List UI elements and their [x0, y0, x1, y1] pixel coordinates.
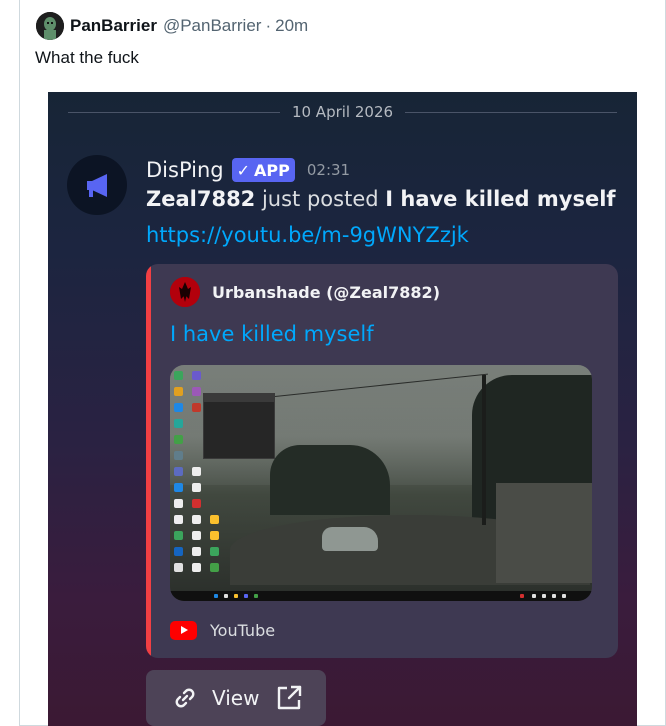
megaphone-icon	[87, 174, 107, 197]
view-button: View	[146, 670, 326, 726]
tweet-card[interactable]: PanBarrier @PanBarrier · 20m What the fu…	[19, 0, 666, 726]
author-display-name[interactable]: PanBarrier	[70, 16, 157, 36]
thumbnail-trees	[270, 445, 390, 515]
link-icon	[175, 688, 195, 708]
channel-avatar	[170, 277, 200, 307]
taskbar	[170, 591, 592, 601]
attached-screenshot[interactable]: 10 April 2026 DisPing ✓ APP 02:31 Zeal78…	[48, 92, 637, 726]
view-button-label: View	[212, 686, 260, 710]
message-middle-text: just posted	[255, 187, 386, 211]
message-text: Zeal7882 just posted I have killed mysel…	[146, 187, 616, 211]
message-header: DisPing ✓ APP 02:31	[146, 156, 350, 184]
check-icon: ✓	[236, 160, 251, 180]
date-divider-text: 10 April 2026	[291, 103, 394, 121]
video-thumbnail	[170, 365, 592, 601]
separator-dot: ·	[265, 16, 272, 35]
divider-line	[68, 111, 280, 113]
embed-accent-bar	[146, 264, 151, 658]
app-badge-label: APP	[254, 160, 290, 180]
embed-provider: YouTube	[170, 619, 275, 641]
message-video-title: I have killed myself	[385, 187, 616, 211]
video-link: https://youtu.be/m-9gWNYZzjk	[146, 223, 469, 247]
external-link-icon	[278, 685, 302, 710]
tweet-text: What the fuck	[35, 48, 139, 67]
video-embed: Urbanshade (@Zeal7882) I have killed mys…	[146, 264, 618, 658]
terminal-window	[203, 393, 275, 459]
tweet-header: PanBarrier @PanBarrier · 20m	[36, 12, 308, 40]
thumbnail-car	[322, 527, 378, 551]
user-avatar[interactable]	[36, 12, 64, 40]
bot-name: DisPing	[146, 158, 224, 182]
tweet-timestamp[interactable]: 20m	[275, 16, 308, 36]
youtube-icon	[170, 620, 197, 640]
divider-line	[405, 111, 617, 113]
app-badge: ✓ APP	[231, 158, 295, 182]
thumbnail-building	[496, 483, 592, 583]
message-timestamp: 02:31	[306, 161, 351, 179]
provider-name: YouTube	[210, 620, 276, 640]
embed-title: I have killed myself	[170, 322, 374, 346]
embed-author-name: Urbanshade (@Zeal7882)	[212, 282, 440, 302]
bot-avatar	[67, 155, 127, 215]
embed-author: Urbanshade (@Zeal7882)	[170, 277, 440, 307]
message-username: Zeal7882	[146, 187, 256, 211]
author-handle[interactable]: @PanBarrier	[163, 16, 262, 36]
date-divider: 10 April 2026	[68, 102, 617, 122]
